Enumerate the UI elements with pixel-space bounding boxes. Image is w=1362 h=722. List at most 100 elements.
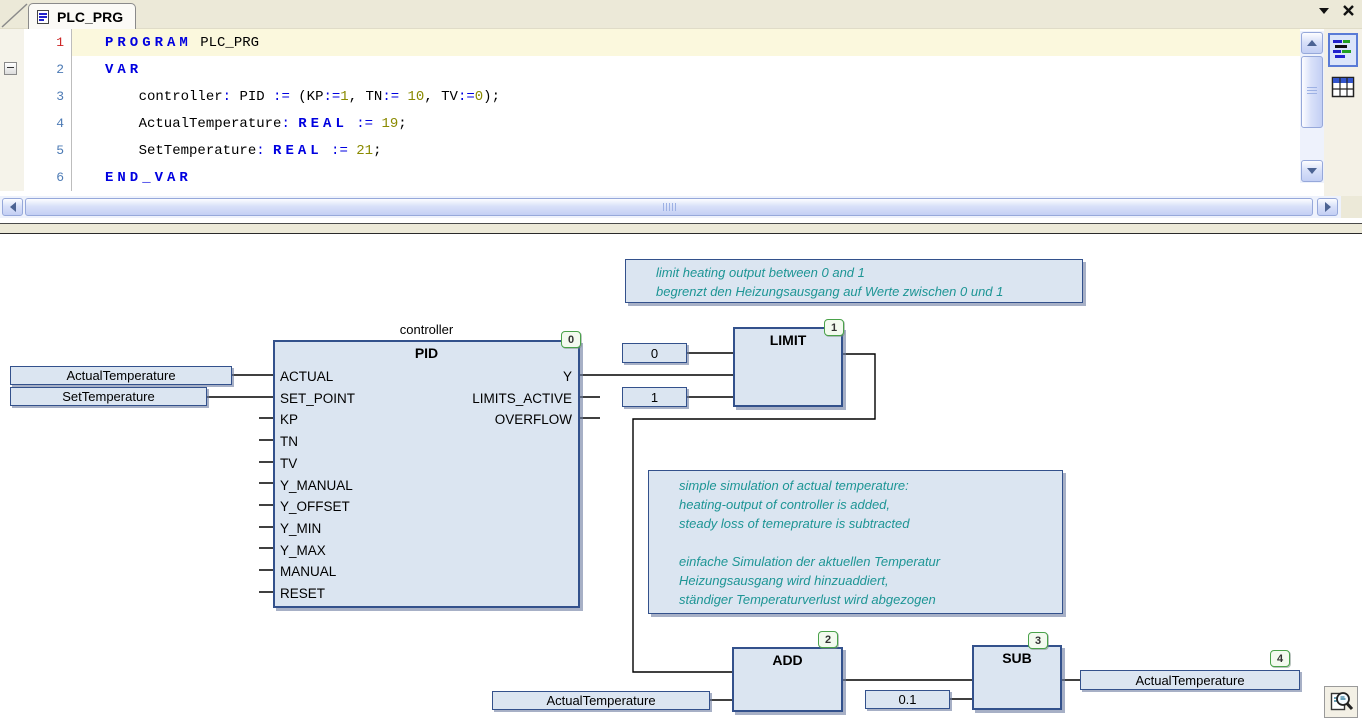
pid-outputs: YLIMITS_ACTIVEOVERFLOW <box>472 366 572 431</box>
code-line[interactable]: 1 PROGRAM PLC_PRG <box>0 29 1300 56</box>
code-token: END_VAR <box>105 170 192 186</box>
sub-exec-order-badge: 3 <box>1028 632 1048 649</box>
code-token: := <box>382 89 407 105</box>
editor-vertical-scrollbar[interactable] <box>1300 31 1324 183</box>
fold-margin <box>0 83 24 110</box>
comment-line <box>679 533 1054 552</box>
code-token: ActualTemperature <box>105 116 281 132</box>
pid-input-pin: Y_OFFSET <box>280 496 355 518</box>
pane-splitter[interactable] <box>0 223 1362 234</box>
editor-horizontal-scrollbar[interactable] <box>0 196 1362 218</box>
code-token: := <box>323 89 340 105</box>
line-number: 5 <box>24 137 72 164</box>
code-token: : <box>223 89 240 105</box>
comment-line: heating-output of controller is added, <box>679 495 1054 514</box>
code-text: controller: PID := (KP:=1, TN:= 10, TV:=… <box>72 83 1300 110</box>
code-token: 1 <box>340 89 348 105</box>
pid-exec-order-badge: 0 <box>561 331 581 348</box>
comment-line: einfache Simulation der aktuellen Temper… <box>679 552 1054 571</box>
arrow-up-icon <box>1307 40 1317 46</box>
textual-view-button[interactable] <box>1328 33 1358 67</box>
code-token: 21 <box>356 143 373 159</box>
scroll-down-button[interactable] <box>1301 160 1323 182</box>
scroll-up-button[interactable] <box>1301 32 1323 54</box>
code-token: VAR <box>105 62 142 78</box>
pid-input-pin: SET_POINT <box>280 388 355 410</box>
code-token: 10 <box>408 89 425 105</box>
code-line[interactable]: 3 controller: PID := (KP:=1, TN:= 10, TV… <box>0 83 1300 110</box>
tab-controls <box>1319 5 1354 16</box>
magnifier-document-icon <box>1328 689 1354 715</box>
code-token: ; <box>398 116 406 132</box>
tab-list-dropdown-icon[interactable] <box>1319 8 1329 14</box>
pid-inputs: ACTUALSET_POINTKPTNTVY_MANUALY_OFFSETY_M… <box>280 366 355 605</box>
scroll-right-button[interactable] <box>1317 198 1338 216</box>
code-text: ActualTemperature: REAL := 19; <box>72 110 1300 137</box>
code-text: END_VAR <box>72 164 1300 191</box>
comment-simulation[interactable]: simple simulation of actual temperature:… <box>648 470 1063 614</box>
comment-limit[interactable]: limit heating output between 0 and 1begr… <box>625 259 1083 303</box>
textual-view-icon <box>1332 37 1354 63</box>
tabular-view-button[interactable] <box>1330 75 1356 99</box>
editor-view-switcher <box>1324 29 1362 196</box>
code-token: : <box>281 116 298 132</box>
collapse-region-icon[interactable] <box>4 62 17 75</box>
pid-input-pin: KP <box>280 409 355 431</box>
constant-box-limit-max[interactable]: 1 <box>622 387 687 407</box>
code-token: REAL <box>298 116 348 132</box>
add-exec-order-badge: 2 <box>818 631 838 648</box>
code-line[interactable]: 2 VAR <box>0 56 1300 83</box>
comment-line: simple simulation of actual temperature: <box>679 476 1054 495</box>
add-block[interactable]: ADD <box>732 647 843 712</box>
limit-block[interactable]: LIMIT <box>733 327 843 407</box>
code-line[interactable]: 6 END_VAR <box>0 164 1300 191</box>
output-box-actual-temperature[interactable]: ActualTemperature <box>1080 670 1300 690</box>
code-token: 19 <box>381 116 398 132</box>
fold-margin <box>0 137 24 164</box>
arrow-right-icon <box>1325 202 1331 212</box>
pid-input-pin: TN <box>280 431 355 453</box>
declaration-editor[interactable]: 1 PROGRAM PLC_PRG 2 VAR 3 controller: PI… <box>0 29 1362 196</box>
constant-box-limit-min[interactable]: 0 <box>622 343 687 363</box>
code-text: VAR <box>72 56 1300 83</box>
constant-box-loss[interactable]: 0.1 <box>865 690 950 709</box>
codesys-window: PLC_PRG 1 PROGRAM PLC_PRG 2 VAR <box>0 0 1362 722</box>
vertical-scroll-thumb[interactable] <box>1301 56 1323 128</box>
pid-input-pin: Y_MIN <box>280 518 355 540</box>
horizontal-scroll-thumb[interactable] <box>25 198 1313 216</box>
code-token: 0 <box>475 89 483 105</box>
pid-output-pin: OVERFLOW <box>472 409 572 431</box>
arrow-left-icon <box>10 202 16 212</box>
code-text: SetTemperature: REAL := 21; <box>72 137 1300 164</box>
code-text: PROGRAM PLC_PRG <box>72 29 1300 56</box>
fold-margin <box>0 56 24 83</box>
tabular-view-icon <box>1331 76 1355 98</box>
pou-document-icon <box>35 9 51 25</box>
sub-block[interactable]: SUB <box>972 645 1062 710</box>
sub-block-title: SUB <box>974 647 1060 669</box>
comment-line: steady loss of temeprature is subtracted <box>679 514 1054 533</box>
fold-margin <box>0 29 24 56</box>
code-token: , TN <box>349 89 383 105</box>
scroll-left-button[interactable] <box>2 198 23 216</box>
fold-margin <box>0 164 24 191</box>
pid-block[interactable]: PID ACTUALSET_POINTKPTNTVY_MANUALY_OFFSE… <box>273 340 580 608</box>
add-block-title: ADD <box>734 649 841 671</box>
input-box-add-actual-temperature[interactable]: ActualTemperature <box>492 691 710 710</box>
line-number: 1 <box>24 29 72 56</box>
tab-plc-prg[interactable]: PLC_PRG <box>28 3 136 29</box>
code-token: ; <box>373 143 381 159</box>
cfc-zoom-button[interactable] <box>1324 686 1358 718</box>
code-token: := <box>458 89 475 105</box>
pid-block-title: PID <box>275 342 578 364</box>
input-box-set-temperature[interactable]: SetTemperature <box>10 387 207 406</box>
cfc-editor[interactable]: limit heating output between 0 and 1begr… <box>0 234 1362 722</box>
input-box-actual-temperature[interactable]: ActualTemperature <box>10 366 232 385</box>
comment-line: Heizungsausgang wird hinzuaddiert, <box>679 571 1054 590</box>
fold-margin <box>0 110 24 137</box>
line-number: 6 <box>24 164 72 191</box>
code-line[interactable]: 4 ActualTemperature: REAL := 19; <box>0 110 1300 137</box>
code-line[interactable]: 5 SetTemperature: REAL := 21; <box>0 137 1300 164</box>
code-token: : <box>256 143 273 159</box>
close-tab-icon[interactable] <box>1343 5 1354 16</box>
